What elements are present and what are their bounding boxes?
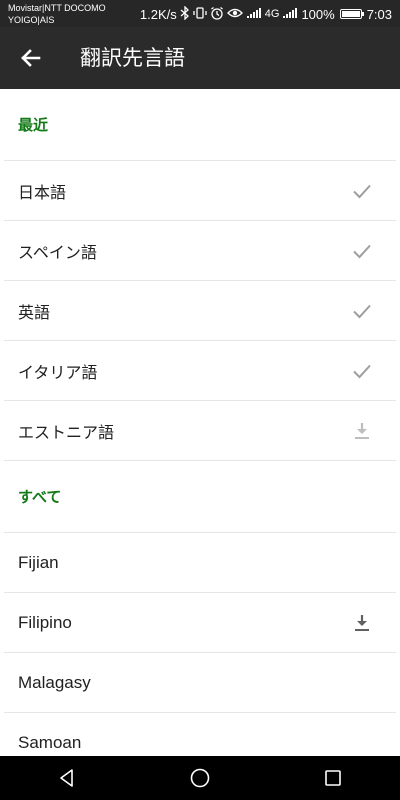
empty-icon-slot [350,731,374,755]
language-item[interactable]: Samoan [4,713,396,756]
language-item[interactable]: スペイン語 [4,221,396,281]
language-label: 日本語 [18,182,67,202]
language-item[interactable]: 日本語 [4,161,396,221]
app-bar: 翻訳先言語 [0,27,400,89]
empty-icon-slot [350,671,374,695]
section-header-recent: 最近 [4,89,396,161]
battery-icon [339,9,364,19]
system-nav-bar [0,756,400,800]
language-item[interactable]: Malagasy [4,653,396,713]
nav-recents-button[interactable] [313,758,353,798]
section-header-label: 最近 [18,116,49,134]
language-label: Filipino [18,612,72,632]
carrier-line-1: Movistar|NTT DOCOMO [8,3,106,13]
signal-icon-2 [282,6,298,23]
eye-icon [226,7,243,22]
checkmark-icon [350,239,374,263]
language-item[interactable]: エストニア語 [4,401,396,461]
checkmark-icon [350,359,374,383]
language-label: Malagasy [18,672,91,692]
network-speed: 1.2K/s [139,6,177,22]
status-icons: 1.2K/s 4G 100% 7:03 [140,4,392,24]
language-label: エストニア語 [18,422,115,442]
language-list[interactable]: 最近 日本語スペイン語英語イタリア語エストニア語 すべて Fijian Filip… [0,89,400,756]
language-label: 英語 [18,302,51,322]
language-item[interactable]: 英語 [4,281,396,341]
signal-icon [246,6,262,23]
empty-icon-slot [350,551,374,575]
download-icon[interactable] [350,419,374,443]
clock: 7:03 [366,6,392,22]
nav-home-button[interactable] [180,758,220,798]
battery-percent: 100% [301,6,335,22]
bluetooth-icon [180,4,190,23]
carrier-line-2: YOIGO|AIS [8,15,55,25]
checkmark-icon [350,299,374,323]
language-label: イタリア語 [18,362,98,382]
carrier-info: Movistar|NTT DOCOMO YOIGO|AIS [8,2,106,26]
page-title: 翻訳先言語 [80,46,185,70]
square-recents-icon [325,770,342,786]
status-bar: Movistar|NTT DOCOMO YOIGO|AIS 1.2K/s 4G … [0,0,400,27]
language-item[interactable]: Filipino [4,593,396,653]
section-header-label: すべて [18,488,62,506]
language-item[interactable]: イタリア語 [4,341,396,401]
language-item[interactable]: Fijian [4,533,396,593]
nav-back-button[interactable] [47,758,87,798]
language-label: Fijian [18,552,59,572]
battery-level [341,11,360,17]
language-label: Samoan [18,732,82,752]
network-type: 4G [264,8,280,20]
vibrate-icon [193,6,207,23]
arrow-left-icon [21,49,41,67]
back-button[interactable] [14,41,48,75]
alarm-icon [210,6,224,23]
checkmark-icon [350,179,374,203]
language-label: スペイン語 [18,242,97,262]
download-icon[interactable] [350,611,374,635]
circle-home-icon [190,768,210,788]
section-header-all: すべて [4,461,396,533]
triangle-back-icon [59,769,73,787]
